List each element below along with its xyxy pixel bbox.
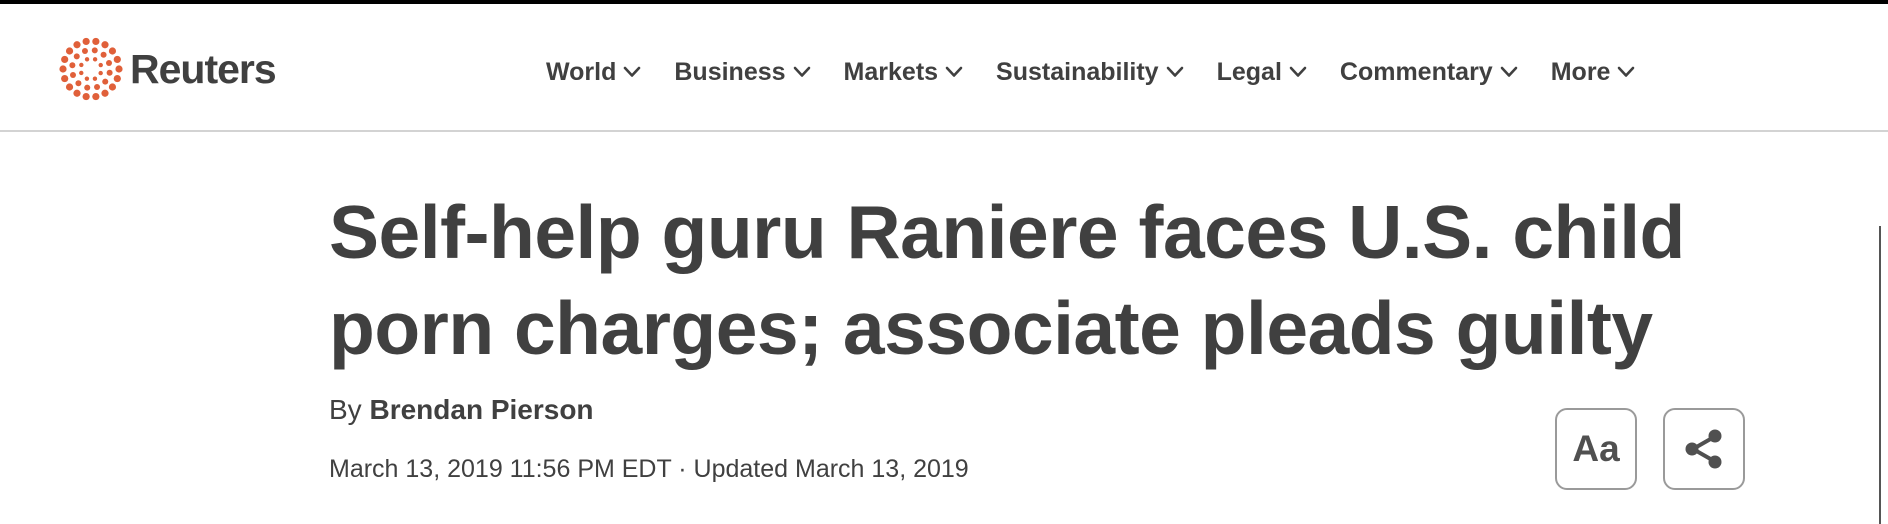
reuters-logo[interactable]: Reuters <box>58 34 277 104</box>
main-nav: World Business Markets Sustainability Le… <box>546 54 1635 90</box>
byline: By Brendan Pierson <box>329 394 594 426</box>
logo-dot <box>101 89 109 97</box>
share-icon <box>1685 429 1722 469</box>
author-link[interactable]: Brendan Pierson <box>369 394 593 425</box>
logo-dot <box>73 53 80 60</box>
chevron-down-icon <box>1500 66 1518 77</box>
logo-dot <box>75 80 82 87</box>
logo-dot <box>69 62 76 69</box>
logo-dot <box>92 76 98 81</box>
nav-item-label: Legal <box>1216 57 1282 86</box>
logo-dot <box>113 55 121 64</box>
logo-dot <box>94 84 101 91</box>
nav-item-sustainability[interactable]: Sustainability <box>996 58 1184 87</box>
text-size-label: Aa <box>1572 428 1620 469</box>
logo-dot <box>101 41 109 49</box>
logo-dot <box>84 57 90 62</box>
nav-item-world[interactable]: World <box>546 58 641 87</box>
byline-prefix: By <box>329 394 362 425</box>
logo-dot <box>102 78 109 85</box>
logo-dot <box>92 57 98 62</box>
article-dateline: March 13, 2019 11:56 PM EDT · Updated Ma… <box>329 455 969 483</box>
headline-line-2: porn charges; associate pleads guilty <box>329 286 1653 370</box>
logo-dot <box>61 55 69 64</box>
logo-dot <box>65 47 74 55</box>
nav-item-label: World <box>546 57 617 86</box>
logo-dot <box>79 70 84 76</box>
logo-dot <box>113 74 121 83</box>
logo-dot <box>98 62 103 68</box>
nav-item-label: More <box>1550 57 1611 86</box>
logo-wordmark: Reuters <box>130 45 277 92</box>
logo-dot <box>91 47 98 54</box>
site-header: Reuters World Business Markets Sustainab… <box>0 4 1888 132</box>
logo-dot <box>81 47 88 54</box>
chevron-down-icon <box>624 66 641 77</box>
logo-dot <box>79 62 84 68</box>
logo-dot <box>92 92 100 101</box>
share-button[interactable] <box>1663 408 1745 490</box>
nav-item-business[interactable]: Business <box>674 58 810 87</box>
reuters-logo-icon <box>59 37 123 101</box>
nav-item-label: Commentary <box>1339 57 1493 86</box>
article-headline: Self-help guru Raniere faces U.S. child … <box>329 184 1749 376</box>
logo-dot <box>84 76 90 81</box>
chevron-down-icon <box>1618 66 1635 77</box>
logo-dot <box>84 84 91 91</box>
logo-dot <box>106 69 113 76</box>
nav-item-more[interactable]: More <box>1551 58 1636 87</box>
logo-dot <box>115 65 123 73</box>
nav-item-legal[interactable]: Legal <box>1217 58 1307 87</box>
nav-item-label: Business <box>674 57 786 86</box>
logo-dot <box>73 89 81 97</box>
chevron-down-icon <box>1166 66 1183 77</box>
article-header: Self-help guru Raniere faces U.S. child … <box>329 184 1749 376</box>
nav-item-markets[interactable]: Markets <box>844 58 964 87</box>
logo-dot <box>73 41 81 49</box>
logo-dot <box>65 83 74 91</box>
logo-dot <box>108 47 117 55</box>
logo-dot <box>69 72 76 79</box>
nav-item-commentary[interactable]: Commentary <box>1340 58 1518 87</box>
nav-item-label: Sustainability <box>996 57 1159 86</box>
chevron-down-icon <box>1289 66 1307 77</box>
logo-dot <box>82 37 90 46</box>
logo-dot <box>59 65 67 73</box>
page-edge-divider <box>1879 226 1881 524</box>
headline-line-1: Self-help guru Raniere faces U.S. child <box>329 190 1685 274</box>
chevron-down-icon <box>793 66 810 77</box>
logo-dot <box>106 59 113 66</box>
logo-dot <box>98 70 103 76</box>
logo-dot <box>82 92 90 101</box>
chevron-down-icon <box>945 66 963 77</box>
logo-dot <box>61 74 69 83</box>
logo-dot <box>100 51 107 58</box>
logo-dot <box>108 83 117 91</box>
logo-dot <box>92 37 100 46</box>
nav-item-label: Markets <box>843 57 939 86</box>
text-size-button[interactable]: Aa <box>1555 408 1637 490</box>
